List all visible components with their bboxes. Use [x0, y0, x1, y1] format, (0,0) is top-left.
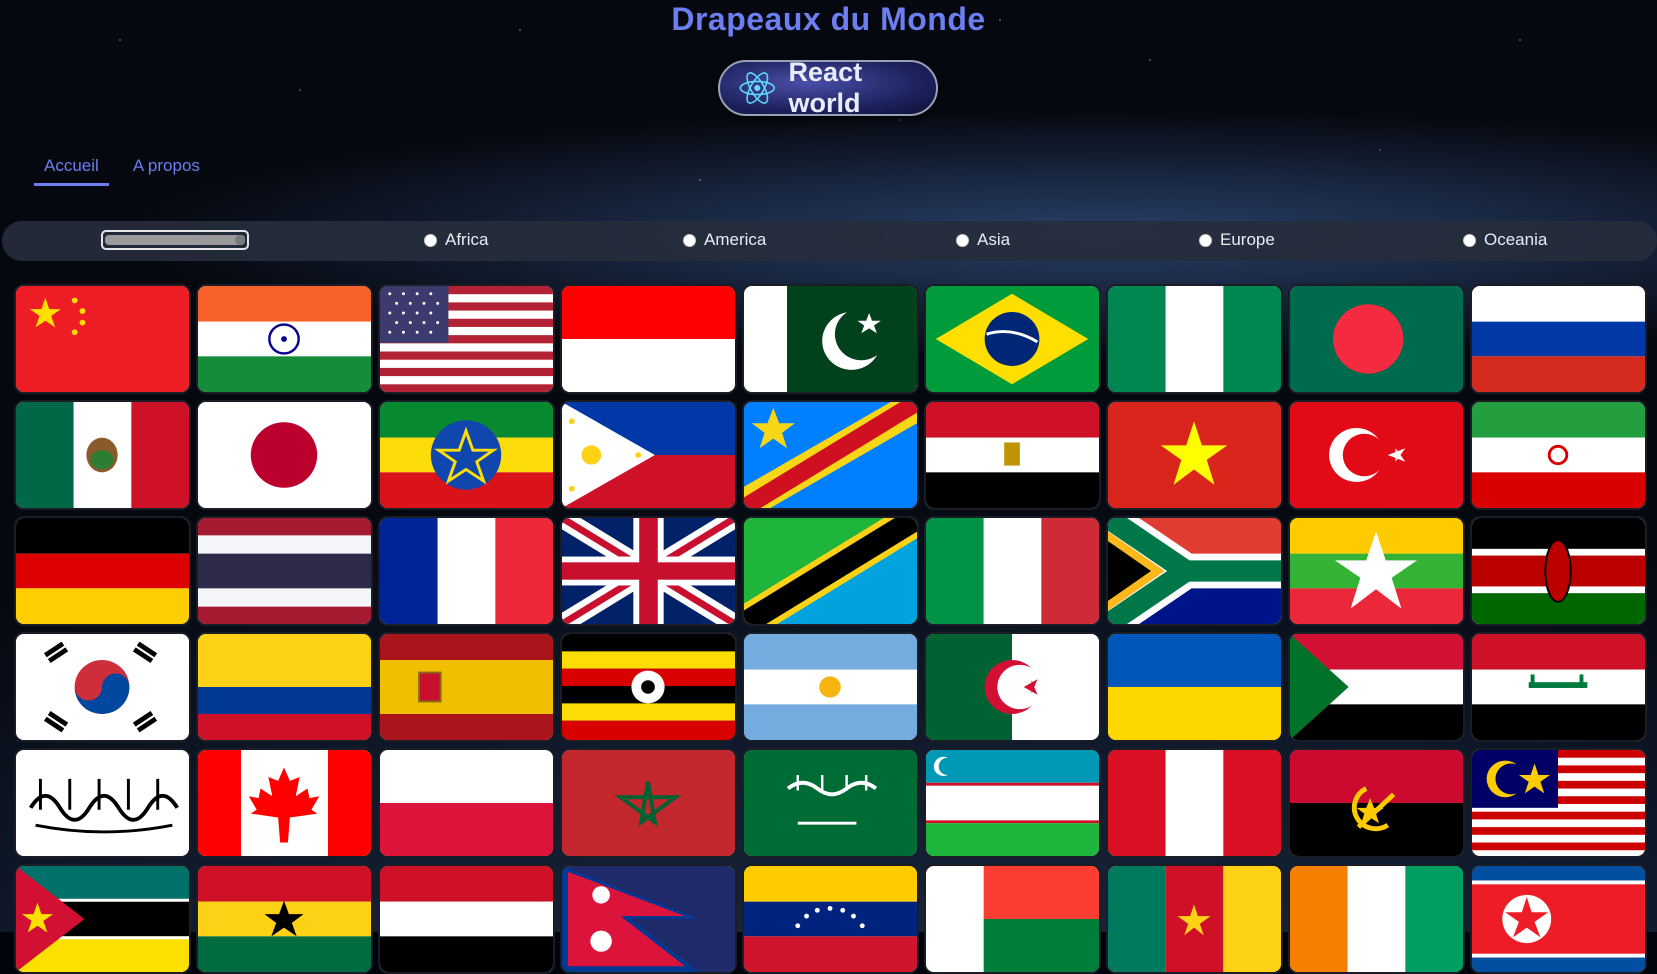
flag-card-uzbekistan[interactable] — [924, 748, 1101, 858]
flag-card-mexico[interactable] — [14, 400, 191, 510]
flag-card-nepal[interactable] — [560, 864, 737, 974]
flag-card-dr-congo[interactable] — [742, 400, 919, 510]
radio-asia[interactable]: Asia — [956, 230, 1010, 250]
radio-button[interactable] — [424, 233, 437, 247]
radio-label: Oceania — [1484, 230, 1548, 249]
flag-card-algeria[interactable] — [924, 632, 1101, 742]
flag-card-south-africa[interactable] — [1106, 516, 1283, 626]
radio-button[interactable] — [1199, 233, 1212, 247]
radio-label: Europe — [1220, 230, 1275, 249]
main-nav: Accueil A propos — [34, 148, 210, 186]
radio-africa[interactable]: Africa — [424, 230, 488, 250]
radio-button[interactable] — [683, 233, 696, 247]
flag-card-united-kingdom[interactable] — [560, 516, 737, 626]
nav-link-accueil[interactable]: Accueil — [34, 148, 109, 186]
flag-card-argentina[interactable] — [742, 632, 919, 742]
page-title: Drapeaux du Monde — [671, 1, 986, 37]
flag-card-germany[interactable] — [14, 516, 191, 626]
flag-card-ethiopia[interactable] — [378, 400, 555, 510]
flag-card-angola[interactable] — [1288, 748, 1465, 858]
flag-card-saudi-arabia[interactable] — [742, 748, 919, 858]
flag-card-japan[interactable] — [196, 400, 373, 510]
flag-card-myanmar[interactable] — [1288, 516, 1465, 626]
flag-card-tanzania[interactable] — [742, 516, 919, 626]
flag-card-pakistan[interactable] — [742, 284, 919, 394]
country-count-slider[interactable] — [101, 230, 249, 250]
filter-bar: Africa America Asia Europe Oceania — [2, 221, 1657, 261]
flag-card-colombia[interactable] — [196, 632, 373, 742]
nav-link-a-propos[interactable]: A propos — [123, 148, 210, 186]
flag-card-north-korea[interactable] — [1470, 864, 1647, 974]
react-atom-icon — [739, 72, 776, 104]
flag-card-kenya[interactable] — [1470, 516, 1647, 626]
radio-button[interactable] — [1463, 233, 1476, 247]
react-world-badge: React world — [718, 57, 938, 118]
radio-button[interactable] — [956, 233, 969, 247]
flag-card-china[interactable] — [14, 284, 191, 394]
radio-europe[interactable]: Europe — [1199, 230, 1275, 250]
flag-card-yemen[interactable] — [378, 864, 555, 974]
flag-card-cameroon[interactable] — [1106, 864, 1283, 974]
flag-card-mozambique[interactable] — [14, 864, 191, 974]
flag-card-vietnam[interactable] — [1106, 400, 1283, 510]
flag-card-ukraine[interactable] — [1106, 632, 1283, 742]
radio-america[interactable]: America — [683, 230, 766, 250]
flag-card-uganda[interactable] — [560, 632, 737, 742]
flag-card-madagascar[interactable] — [924, 864, 1101, 974]
flag-card-poland[interactable] — [378, 748, 555, 858]
flag-card-united-states[interactable] — [378, 284, 555, 394]
flag-card-malaysia[interactable] — [1470, 748, 1647, 858]
flag-card-south-korea[interactable] — [14, 632, 191, 742]
flag-card-iraq[interactable] — [1470, 632, 1647, 742]
flag-card-brazil[interactable] — [924, 284, 1101, 394]
flag-card-philippines[interactable] — [560, 400, 737, 510]
flag-card-peru[interactable] — [1106, 748, 1283, 858]
flag-card-france[interactable] — [378, 516, 555, 626]
radio-label: Africa — [445, 230, 489, 249]
flags-grid — [14, 284, 1647, 974]
flag-card-venezuela[interactable] — [742, 864, 919, 974]
flag-card-spain[interactable] — [378, 632, 555, 742]
flag-card-india[interactable] — [196, 284, 373, 394]
flag-card-ghana[interactable] — [196, 864, 373, 974]
flag-card-italy[interactable] — [924, 516, 1101, 626]
flag-card-bangladesh[interactable] — [1288, 284, 1465, 394]
flag-card-indonesia[interactable] — [560, 284, 737, 394]
flag-card-thailand[interactable] — [196, 516, 373, 626]
flag-card-cote-divoire[interactable] — [1288, 864, 1465, 974]
flag-card-morocco[interactable] — [560, 748, 737, 858]
flag-card-iran[interactable] — [1470, 400, 1647, 510]
badge-label: React world — [788, 57, 863, 118]
flag-card-egypt[interactable] — [924, 400, 1101, 510]
radio-label: Asia — [977, 230, 1011, 249]
flag-card-afghanistan[interactable] — [14, 748, 191, 858]
flag-card-russia[interactable] — [1470, 284, 1647, 394]
radio-label: America — [704, 230, 767, 249]
flag-card-turkey[interactable] — [1288, 400, 1465, 510]
radio-oceania[interactable]: Oceania — [1463, 230, 1547, 250]
flag-card-sudan[interactable] — [1288, 632, 1465, 742]
flag-card-canada[interactable] — [196, 748, 373, 858]
flag-card-nigeria[interactable] — [1106, 284, 1283, 394]
